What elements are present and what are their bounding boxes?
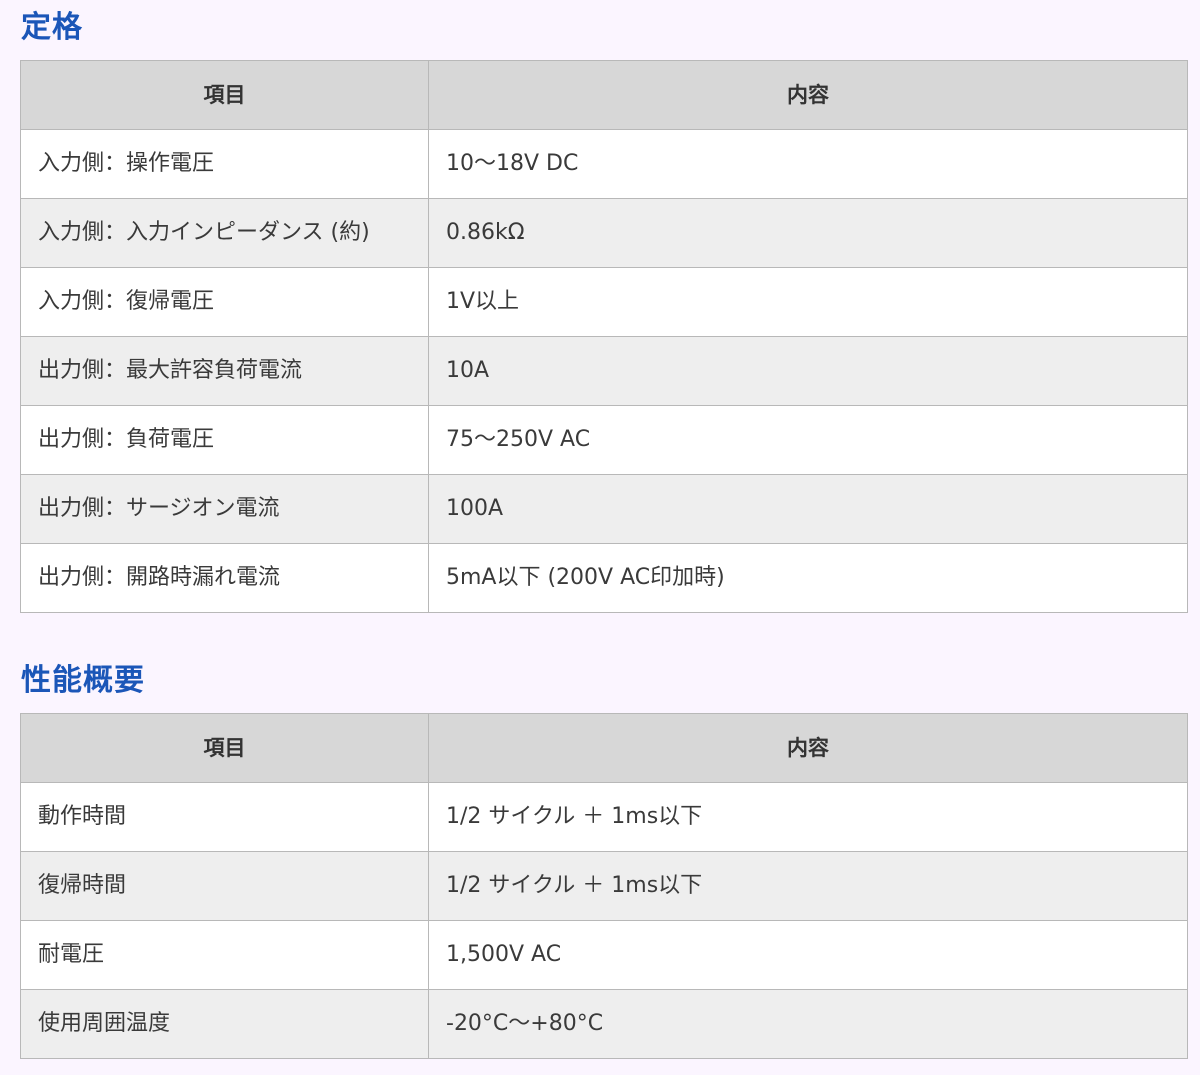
ratings-table: 項目 内容 入力側：操作電圧 10～18V DC 入力側：入力インピーダンス (… bbox=[20, 60, 1188, 613]
row-content-value: 10～18V DC bbox=[428, 129, 1188, 199]
performance-table: 項目 内容 動作時間 1/2 サイクル ＋ 1ms以下 復帰時間 1/2 サイク… bbox=[20, 713, 1188, 1059]
row-item-label: 入力側：入力インピーダンス (約) bbox=[20, 198, 429, 268]
row-content-value: -20°C～+80°C bbox=[428, 989, 1188, 1059]
row-item-label: 動作時間 bbox=[20, 782, 429, 852]
column-header-content: 内容 bbox=[428, 60, 1188, 130]
row-content-value: 0.86kΩ bbox=[428, 198, 1188, 268]
row-content-value: 1,500V AC bbox=[428, 920, 1188, 990]
row-content-value: 1/2 サイクル ＋ 1ms以下 bbox=[428, 851, 1188, 921]
row-item-label: 復帰時間 bbox=[20, 851, 429, 921]
table-row: 動作時間 1/2 サイクル ＋ 1ms以下 bbox=[20, 782, 1188, 852]
row-item-label: 出力側：開路時漏れ電流 bbox=[20, 543, 429, 613]
row-item-label: 入力側：復帰電圧 bbox=[20, 267, 429, 337]
row-content-value: 1/2 サイクル ＋ 1ms以下 bbox=[428, 782, 1188, 852]
table-row: 入力側：入力インピーダンス (約) 0.86kΩ bbox=[20, 198, 1188, 268]
column-header-content: 内容 bbox=[428, 713, 1188, 783]
row-item-label: 入力側：操作電圧 bbox=[20, 129, 429, 199]
table-row: 耐電圧 1,500V AC bbox=[20, 920, 1188, 990]
row-item-label: 使用周囲温度 bbox=[20, 989, 429, 1059]
row-content-value: 5mA以下 (200V AC印加時) bbox=[428, 543, 1188, 613]
row-content-value: 10A bbox=[428, 336, 1188, 406]
column-header-item: 項目 bbox=[20, 713, 429, 783]
table-row: 出力側：負荷電圧 75～250V AC bbox=[20, 405, 1188, 475]
table-row: 出力側：最大許容負荷電流 10A bbox=[20, 336, 1188, 406]
row-content-value: 1V以上 bbox=[428, 267, 1188, 337]
row-item-label: 出力側：最大許容負荷電流 bbox=[20, 336, 429, 406]
table-row: 復帰時間 1/2 サイクル ＋ 1ms以下 bbox=[20, 851, 1188, 921]
row-item-label: 出力側：負荷電圧 bbox=[20, 405, 429, 475]
table-row: 出力側：サージオン電流 100A bbox=[20, 474, 1188, 544]
table-row: 入力側：復帰電圧 1V以上 bbox=[20, 267, 1188, 337]
table-header-row: 項目 内容 bbox=[20, 713, 1188, 783]
ratings-section-title: 定格 bbox=[21, 10, 83, 45]
row-item-label: 耐電圧 bbox=[20, 920, 429, 990]
column-header-item: 項目 bbox=[20, 60, 429, 130]
performance-section-title: 性能概要 bbox=[21, 663, 145, 698]
row-item-label: 出力側：サージオン電流 bbox=[20, 474, 429, 544]
table-row: 入力側：操作電圧 10～18V DC bbox=[20, 129, 1188, 199]
table-row: 使用周囲温度 -20°C～+80°C bbox=[20, 989, 1188, 1059]
table-header-row: 項目 内容 bbox=[20, 60, 1188, 130]
table-row: 出力側：開路時漏れ電流 5mA以下 (200V AC印加時) bbox=[20, 543, 1188, 613]
row-content-value: 100A bbox=[428, 474, 1188, 544]
row-content-value: 75～250V AC bbox=[428, 405, 1188, 475]
